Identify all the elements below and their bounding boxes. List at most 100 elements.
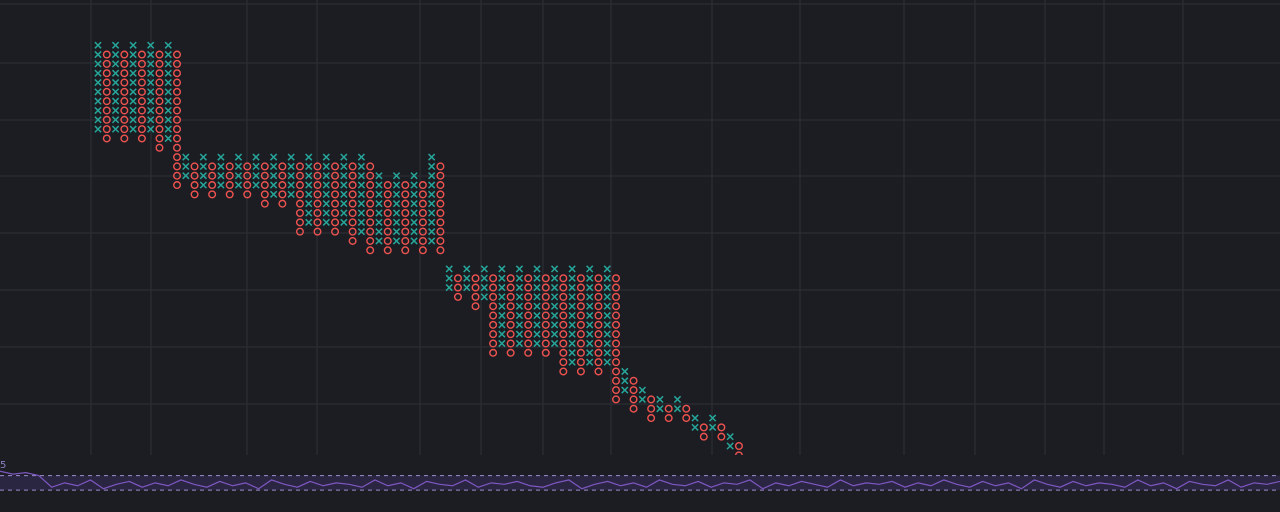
x-mark <box>586 349 594 357</box>
o-mark <box>102 134 111 143</box>
o-mark <box>366 162 375 171</box>
x-mark <box>515 321 524 329</box>
o-column <box>331 162 340 236</box>
o-mark <box>278 190 287 199</box>
o-mark <box>155 106 164 115</box>
o-mark <box>102 87 111 96</box>
o-mark <box>173 97 182 106</box>
x-mark <box>322 218 330 226</box>
x-mark <box>217 162 225 171</box>
x-mark <box>533 293 541 301</box>
x-mark <box>234 162 243 171</box>
o-mark <box>155 143 164 152</box>
x-mark <box>445 274 453 282</box>
o-mark <box>506 274 515 283</box>
o-mark <box>173 125 182 134</box>
x-mark <box>603 358 611 366</box>
x-mark <box>708 423 717 431</box>
x-mark <box>129 106 137 115</box>
pnf-chart[interactable]: 5 <box>0 0 1280 512</box>
x-column <box>568 265 576 366</box>
o-mark <box>559 320 568 329</box>
o-column <box>699 423 708 441</box>
o-mark <box>295 181 304 190</box>
x-mark <box>533 302 541 310</box>
o-mark <box>278 199 287 208</box>
o-mark <box>612 348 621 357</box>
x-mark <box>305 153 313 161</box>
o-mark <box>137 69 146 78</box>
o-mark <box>401 199 410 208</box>
x-mark <box>603 302 611 310</box>
o-mark <box>366 190 375 199</box>
o-mark <box>366 227 375 236</box>
o-column <box>278 162 287 208</box>
x-column <box>428 153 436 245</box>
o-mark <box>173 69 182 78</box>
x-mark <box>603 321 611 329</box>
x-mark <box>340 218 348 226</box>
x-mark <box>515 339 524 348</box>
x-mark <box>586 330 594 338</box>
x-mark <box>708 414 717 422</box>
x-mark <box>533 330 541 338</box>
x-mark <box>129 78 137 87</box>
o-mark <box>137 106 146 115</box>
o-mark <box>102 97 111 106</box>
o-mark <box>102 78 111 87</box>
o-mark <box>278 162 287 171</box>
x-mark <box>550 330 559 338</box>
o-mark <box>506 292 515 301</box>
o-mark <box>120 50 129 59</box>
x-column <box>515 265 524 348</box>
x-column <box>305 153 313 226</box>
x-mark <box>498 293 506 301</box>
o-mark <box>383 190 392 199</box>
o-mark <box>190 190 199 199</box>
o-column <box>436 162 445 255</box>
x-mark <box>94 69 102 77</box>
x-mark <box>550 311 559 320</box>
o-mark <box>155 59 164 68</box>
o-mark <box>436 246 445 255</box>
x-column <box>340 153 348 226</box>
x-mark <box>305 162 313 171</box>
x-mark <box>269 153 278 161</box>
o-mark <box>506 348 515 357</box>
o-column <box>102 50 111 143</box>
o-column <box>155 50 164 152</box>
o-mark <box>120 87 129 96</box>
x-mark <box>375 228 383 236</box>
o-mark <box>436 199 445 208</box>
x-mark <box>234 153 243 161</box>
o-mark <box>594 320 603 329</box>
chart-canvas[interactable] <box>0 0 1280 512</box>
o-column <box>401 181 410 255</box>
x-column <box>498 265 506 348</box>
x-mark <box>94 41 102 49</box>
x-mark <box>322 190 330 198</box>
x-column <box>94 41 102 133</box>
o-mark <box>506 320 515 329</box>
x-mark <box>498 311 506 320</box>
x-mark <box>480 274 488 282</box>
o-column <box>295 162 304 236</box>
x-mark <box>269 190 278 198</box>
o-mark <box>576 339 585 348</box>
o-mark <box>190 181 199 190</box>
x-mark <box>586 293 594 301</box>
o-mark <box>559 339 568 348</box>
o-mark <box>137 134 146 143</box>
x-mark <box>656 395 664 404</box>
x-column <box>252 153 260 189</box>
o-mark <box>137 59 146 68</box>
o-mark <box>489 320 498 329</box>
o-mark <box>331 162 340 171</box>
x-mark <box>217 181 225 189</box>
o-mark <box>260 181 269 190</box>
o-mark <box>348 208 357 217</box>
x-mark <box>621 367 629 376</box>
x-mark <box>498 321 506 329</box>
x-mark <box>428 228 436 236</box>
o-mark <box>664 404 673 413</box>
